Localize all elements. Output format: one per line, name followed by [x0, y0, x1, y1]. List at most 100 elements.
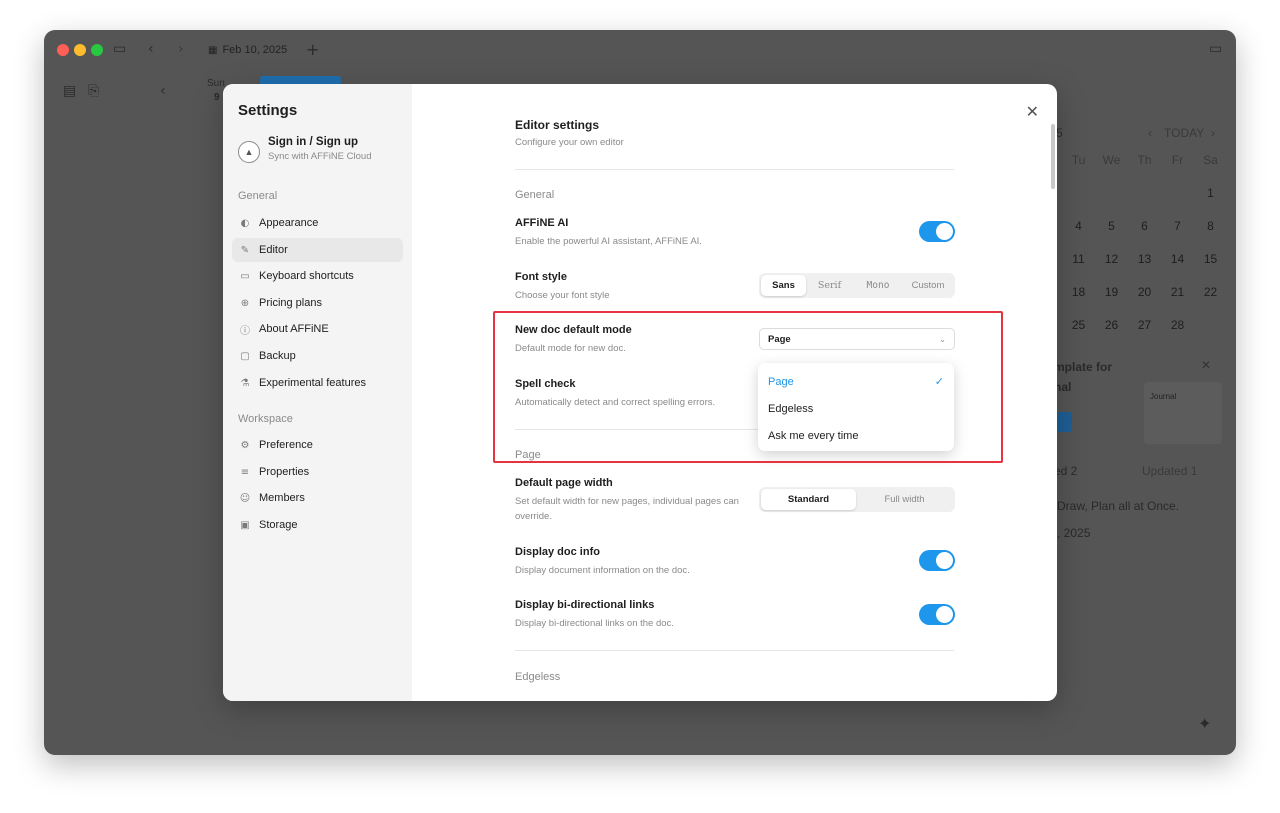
sidebar-item-properties[interactable]: ≡ Properties	[232, 460, 403, 484]
sidebar-item-experimental[interactable]: ⚗ Experimental features	[232, 371, 403, 395]
calendar-prev-icon[interactable]: ‹	[1148, 126, 1152, 140]
sidebar-item-pricing-plans[interactable]: ⊕ Pricing plans	[232, 291, 403, 315]
upgrade-icon: ⊕	[240, 297, 250, 309]
sidebar-section-general: General	[238, 190, 278, 202]
group-edgeless-label: Edgeless	[515, 671, 561, 683]
sidebar-item-preference[interactable]: ⚙ Preference	[232, 433, 403, 457]
forward-arrow-icon[interactable]: ›	[178, 41, 184, 57]
calendar-day[interactable]: 4	[1062, 219, 1095, 233]
calendar-day[interactable]: 12	[1095, 252, 1128, 266]
calendar-day[interactable]: 25	[1062, 318, 1095, 332]
panel-title: Editor settings	[515, 118, 600, 132]
account-signin[interactable]: ▲ Sign in / Sign up Sync with AFFiNE Clo…	[238, 136, 403, 163]
divider	[515, 169, 954, 170]
calendar-day[interactable]: 21	[1161, 285, 1194, 299]
calendar-icon: ▦	[208, 44, 218, 56]
ai-sparkle-icon[interactable]: ✦	[1198, 714, 1211, 734]
bidi-links-title: Display bi-directional links	[515, 599, 655, 611]
new-tab-plus-icon[interactable]: +	[306, 40, 319, 59]
calendar-day[interactable]: 6	[1128, 219, 1161, 233]
template-card-close-icon[interactable]: ✕	[1201, 358, 1211, 372]
close-window-button[interactable]	[57, 44, 69, 56]
calendar-day[interactable]: 18	[1062, 285, 1095, 299]
sidebar-item-about[interactable]: ⓘ About AFFiNE	[232, 317, 403, 341]
font-option-sans[interactable]: Sans	[761, 275, 806, 296]
calendar-day[interactable]: 13	[1128, 252, 1161, 266]
zoom-window-button[interactable]	[91, 44, 103, 56]
keyboard-icon: ▭	[240, 270, 250, 282]
sidebar-item-editor[interactable]: ✎ Editor	[232, 238, 403, 262]
created-tab[interactable]: ed 2	[1054, 464, 1077, 478]
calendar-today-button[interactable]: TODAY	[1164, 126, 1204, 140]
sidebar-item-label: Pricing plans	[259, 297, 322, 309]
calendar-day[interactable]: 8	[1194, 219, 1227, 233]
calendar-day[interactable]: 26	[1095, 318, 1128, 332]
doc-list-item-date: , 2025	[1057, 526, 1091, 540]
sidebar-section-workspace: Workspace	[238, 413, 293, 425]
week-date-first: 9	[214, 92, 220, 103]
calendar-week-row: 18 19 20 21 22	[1062, 275, 1236, 308]
settings-scrollbar[interactable]	[1051, 124, 1055, 189]
calendar-day[interactable]: 27	[1128, 318, 1161, 332]
calendar-day[interactable]: 20	[1128, 285, 1161, 299]
updated-tab[interactable]: Updated 1	[1142, 464, 1197, 478]
bidi-links-desc: Display bi-directional links on the doc.	[515, 618, 674, 629]
calendar-day[interactable]: 22	[1194, 285, 1227, 299]
calendar-day[interactable]: 1	[1194, 186, 1227, 200]
calendar-day[interactable]: 28	[1161, 318, 1194, 332]
font-option-serif[interactable]: Serif	[807, 275, 852, 296]
calendar-day[interactable]: 5	[1095, 219, 1128, 233]
ai-toggle[interactable]	[919, 221, 955, 242]
titlebar: ▭ ‹ › ▦ Feb 10, 2025 + ▭	[44, 30, 1236, 70]
calendar-day[interactable]: 14	[1161, 252, 1194, 266]
calendar-next-icon[interactable]: ›	[1211, 126, 1215, 140]
calendar-day[interactable]: 11	[1062, 252, 1095, 266]
sidebar-item-keyboard-shortcuts[interactable]: ▭ Keyboard shortcuts	[232, 264, 403, 288]
date-tab[interactable]: ▦ Feb 10, 2025	[208, 40, 287, 60]
font-option-mono[interactable]: Mono	[853, 275, 903, 296]
calendar-day[interactable]: 7	[1161, 219, 1194, 233]
sidebar-item-appearance[interactable]: ◐ Appearance	[232, 211, 403, 235]
storage-icon: ▣	[240, 519, 250, 531]
bidi-links-toggle[interactable]	[919, 604, 955, 625]
doc-info-toggle[interactable]	[919, 550, 955, 571]
link-doc-icon[interactable]: ⎘	[88, 83, 99, 99]
doc-list-item-title[interactable]: Draw, Plan all at Once.	[1057, 499, 1179, 513]
sidebar-item-label: Editor	[259, 244, 288, 256]
page-width-standard[interactable]: Standard	[761, 489, 856, 510]
annotation-highlight-box	[493, 311, 1003, 463]
template-thumbnail: Journal	[1144, 382, 1222, 444]
calendar-day[interactable]: 15	[1194, 252, 1227, 266]
doc-info-desc: Display document information on the doc.	[515, 565, 690, 576]
right-sidebar-toggle-icon[interactable]: ▭	[1209, 41, 1222, 57]
divider	[515, 650, 954, 651]
font-style-title: Font style	[515, 271, 567, 283]
members-icon: ☺	[239, 492, 251, 504]
sidebar-item-backup[interactable]: ▢ Backup	[232, 344, 403, 368]
account-subtitle: Sync with AFFiNE Cloud	[268, 151, 372, 162]
pen-icon: ✎	[240, 244, 250, 256]
folder-icon: ▢	[240, 350, 250, 362]
calendar-day[interactable]: 19	[1095, 285, 1128, 299]
calendar-header: Sa	[1203, 152, 1218, 167]
doc-icon[interactable]: ▤	[63, 83, 76, 99]
close-settings-icon[interactable]: ✕	[1026, 102, 1039, 121]
sidebar-item-members[interactable]: ☺ Members	[232, 486, 403, 510]
font-option-custom[interactable]: Custom	[904, 275, 952, 296]
page-width-full[interactable]: Full width	[857, 489, 952, 510]
font-style-desc: Choose your font style	[515, 290, 610, 301]
sidebar-item-label: Appearance	[259, 217, 319, 229]
back-arrow-icon[interactable]: ‹	[148, 41, 154, 57]
sidebar-toggle-icon[interactable]: ▭	[113, 41, 126, 57]
sidebar-item-label: Preference	[259, 439, 313, 451]
minimize-window-button[interactable]	[74, 44, 86, 56]
flask-icon: ⚗	[240, 377, 250, 389]
font-style-selector: Sans Serif Mono Custom	[759, 273, 955, 298]
list-icon: ≡	[240, 466, 250, 478]
page-width-desc: Set default width for new pages, individ…	[515, 496, 739, 522]
calendar-week-row: 11 12 13 14 15	[1062, 242, 1236, 275]
sidebar-item-label: Keyboard shortcuts	[259, 270, 354, 282]
prev-week-arrow-icon[interactable]: ‹	[160, 83, 166, 99]
sidebar-item-label: Backup	[259, 350, 296, 362]
sidebar-item-storage[interactable]: ▣ Storage	[232, 513, 403, 537]
